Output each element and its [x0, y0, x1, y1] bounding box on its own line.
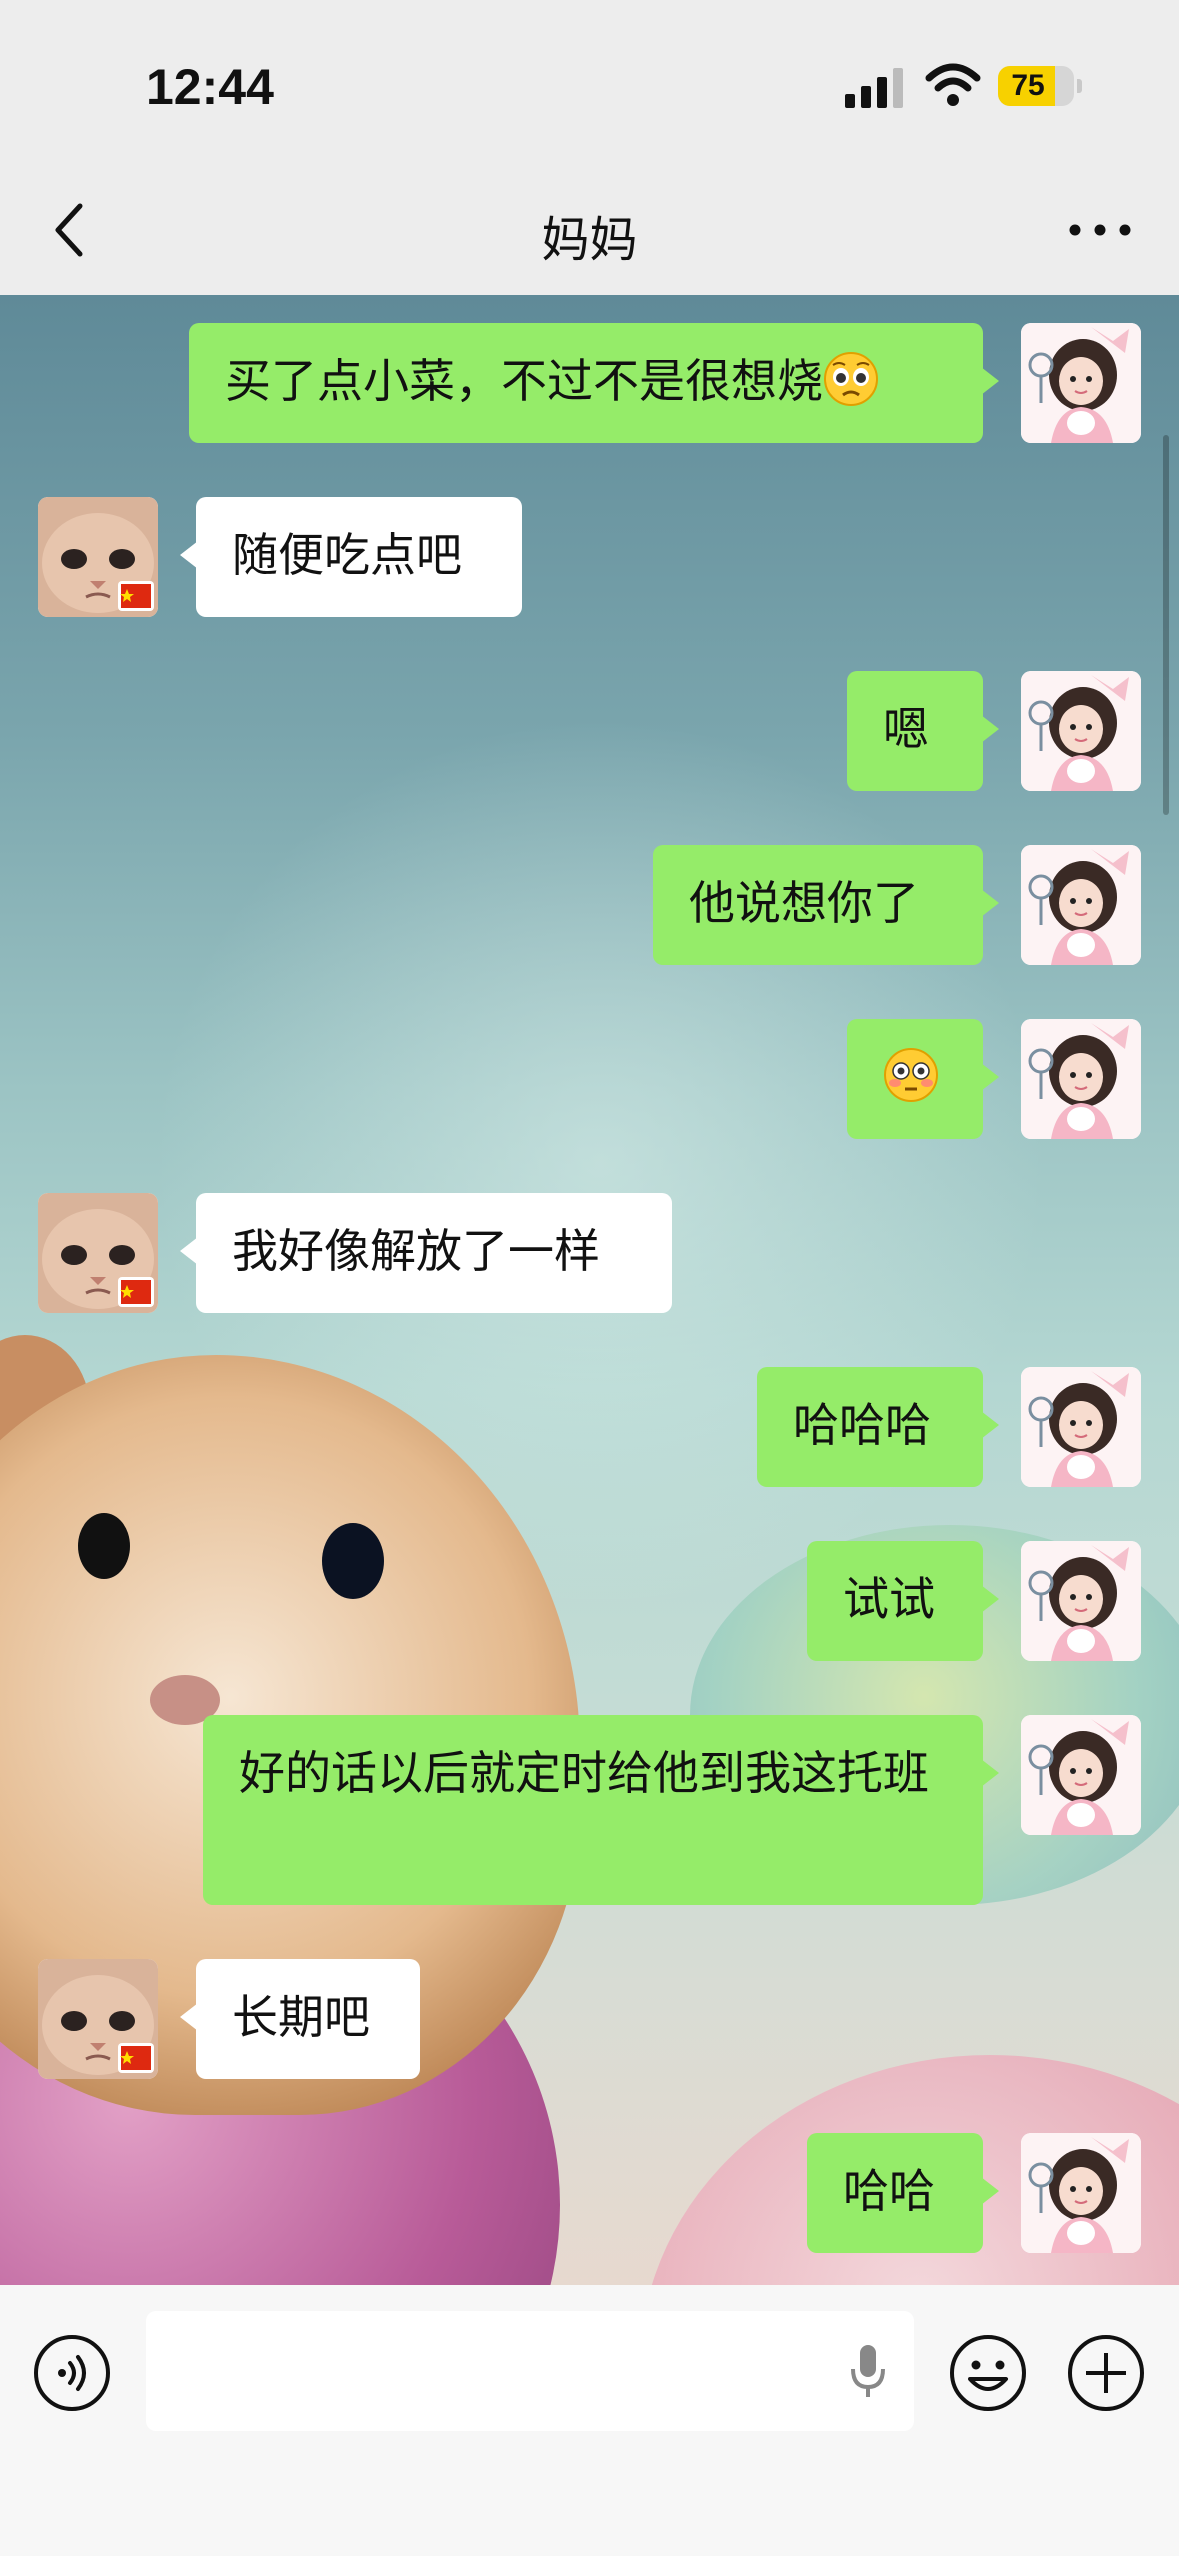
message-bubble-received[interactable]: 长期吧: [180, 1959, 420, 2079]
microphone-icon[interactable]: [848, 2341, 888, 2401]
emoji-icon[interactable]: [948, 2333, 1028, 2413]
my-avatar[interactable]: [1021, 845, 1141, 965]
more-options-icon[interactable]: [1065, 210, 1135, 250]
my-avatar[interactable]: [1021, 323, 1141, 443]
my-avatar[interactable]: [1021, 2133, 1141, 2253]
add-more-icon[interactable]: [1066, 2333, 1146, 2413]
message-bubble-received[interactable]: 我好像解放了一样: [180, 1193, 672, 1313]
battery-indicator: 75: [998, 66, 1082, 106]
input-bar: [0, 2285, 1179, 2556]
pleading-face-icon: [823, 351, 879, 407]
message-input[interactable]: [146, 2311, 914, 2431]
nav-bar: 妈妈: [0, 170, 1179, 295]
message-bubble-sent[interactable]: 嗯: [847, 671, 999, 791]
message-bubble-sent[interactable]: 哈哈哈: [757, 1367, 999, 1487]
status-time: 12:44: [146, 59, 274, 115]
mom-avatar[interactable]: [38, 1193, 158, 1313]
my-avatar[interactable]: [1021, 1541, 1141, 1661]
scrollbar[interactable]: [1163, 435, 1169, 815]
message-bubble-sent[interactable]: 买了点小菜，不过不是很想烧: [189, 323, 999, 443]
voice-mode-icon[interactable]: [32, 2333, 112, 2413]
message-bubble-sent[interactable]: 他说想你了: [653, 845, 999, 965]
flushed-face-icon: [883, 1047, 939, 1103]
message-bubble-received[interactable]: 随便吃点吧: [180, 497, 522, 617]
battery-level: 75: [1011, 69, 1045, 102]
chat-title: 妈妈: [541, 212, 638, 268]
message-bubble-sent[interactable]: 试试: [807, 1541, 999, 1661]
wifi-icon: [925, 63, 981, 106]
my-avatar[interactable]: [1021, 1367, 1141, 1487]
message-bubble-sent[interactable]: 好的话以后就定时给他到我这托班: [203, 1715, 999, 1905]
my-avatar[interactable]: [1021, 1715, 1141, 1835]
cellular-signal-icon: [845, 68, 903, 108]
mom-avatar[interactable]: [38, 497, 158, 617]
mom-avatar[interactable]: [38, 1959, 158, 2079]
message-bubble-sent[interactable]: 哈哈: [807, 2133, 999, 2253]
chat-area[interactable]: 买了点小菜，不过不是很想烧 随便吃点吧 嗯 他说想你了 我好像解放了一样 哈哈哈…: [0, 295, 1179, 2285]
my-avatar[interactable]: [1021, 671, 1141, 791]
status-bar: 12:44 75: [0, 0, 1179, 170]
my-avatar[interactable]: [1021, 1019, 1141, 1139]
message-bubble-sent[interactable]: [847, 1019, 999, 1139]
